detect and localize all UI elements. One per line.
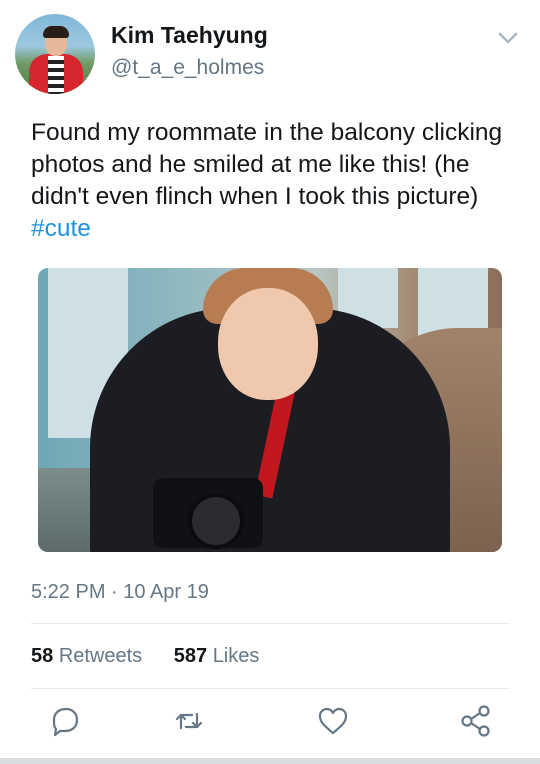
subject-face — [218, 288, 318, 400]
divider — [31, 623, 509, 624]
chevron-down-icon[interactable] — [497, 30, 519, 46]
retweets-label: Retweets — [58, 645, 143, 667]
tweet-stats: 58 Retweets 587 Likes — [31, 643, 285, 669]
retweets-stat[interactable]: 58 Retweets — [31, 643, 142, 669]
retweet-icon[interactable] — [172, 704, 206, 738]
likes-count: 587 — [173, 645, 208, 667]
tweet-photo[interactable] — [38, 268, 502, 552]
user-handle[interactable]: @t_a_e_holmes — [111, 55, 264, 81]
avatar[interactable] — [15, 14, 95, 94]
tweet-text: Found my roommate in the balcony clickin… — [31, 117, 526, 245]
tweet-body: Found my roommate in the balcony clickin… — [31, 119, 503, 210]
divider — [31, 688, 509, 689]
user-name[interactable]: Kim Taehyung — [111, 21, 268, 49]
camera-lens — [188, 493, 244, 549]
likes-stat[interactable]: 587 Likes — [174, 643, 260, 669]
avatar-shirt — [48, 56, 64, 94]
bottom-bar — [0, 758, 540, 764]
hashtag-link[interactable]: #cute — [31, 215, 91, 242]
reply-icon[interactable] — [48, 704, 82, 738]
retweets-count: 58 — [31, 645, 54, 667]
heart-icon[interactable] — [316, 704, 350, 738]
tweet-header: Kim Taehyung @t_a_e_holmes — [0, 0, 540, 100]
share-icon[interactable] — [459, 704, 493, 738]
action-bar — [0, 700, 540, 746]
tweet-timestamp[interactable]: 5:22 PM · 10 Apr 19 — [31, 579, 209, 605]
likes-label: Likes — [212, 645, 260, 667]
avatar-hair — [43, 26, 69, 38]
